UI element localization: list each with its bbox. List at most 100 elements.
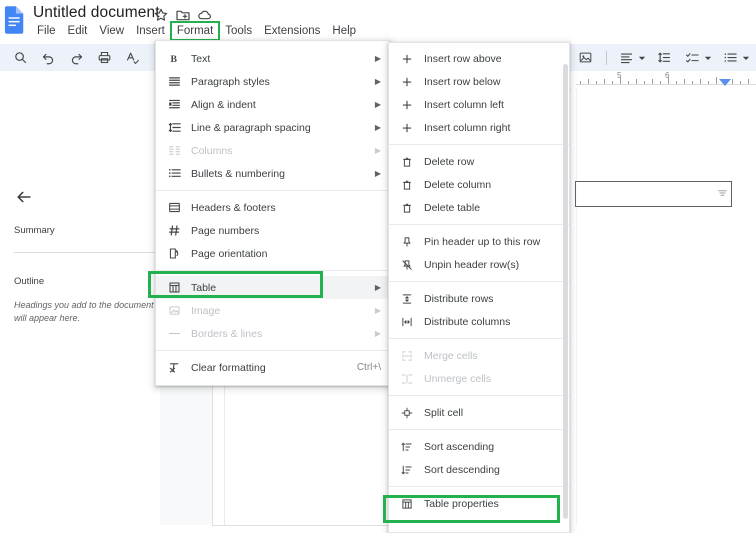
bold-text-icon: B [166, 51, 182, 67]
submenu-item-insert-row-above[interactable]: Insert row above [389, 47, 569, 70]
menu-label: Insert row above [424, 53, 561, 65]
document-title[interactable]: Untitled document [33, 4, 160, 22]
format-menu-item-bullets-numbering[interactable]: Bullets & numbering ▶ [156, 162, 389, 185]
menu-insert[interactable]: Insert [130, 22, 171, 40]
menu-format[interactable]: Format [171, 22, 219, 40]
submenu-item-sort-descending[interactable]: Sort descending [389, 458, 569, 481]
submenu-item-distribute-rows[interactable]: Distribute rows [389, 287, 569, 310]
checklist-dropdown-chevron-icon[interactable] [703, 48, 712, 68]
menu-separator [389, 429, 569, 430]
ruler-label-5: 5 [617, 71, 622, 80]
document-table-cell[interactable] [575, 181, 732, 207]
submenu-item-split-cell[interactable]: Split cell [389, 401, 569, 424]
cloud-saved-icon[interactable] [197, 7, 213, 23]
docs-logo-icon [4, 6, 26, 34]
table-icon [166, 280, 182, 296]
menu-edit[interactable]: Edit [62, 22, 94, 40]
menu-extensions[interactable]: Extensions [258, 22, 326, 40]
format-menu-item-table[interactable]: Table ▶ [156, 276, 389, 299]
menu-tools[interactable]: Tools [219, 22, 258, 40]
submenu-scrollbar[interactable] [563, 64, 568, 519]
submenu-item-delete-table[interactable]: Delete table [389, 196, 569, 219]
bulleted-list-dropdown-chevron-icon[interactable] [741, 48, 750, 68]
align-icon[interactable] [616, 48, 636, 68]
submenu-item-pin-header-row[interactable]: Pin header up to this row [389, 230, 569, 253]
menu-label: Line & paragraph spacing [191, 122, 365, 134]
chevron-right-icon: ▶ [375, 170, 381, 178]
move-to-folder-icon[interactable] [175, 7, 191, 23]
chevron-right-icon: ▶ [375, 307, 381, 315]
menu-label: Clear formatting [191, 362, 345, 374]
menu-separator [389, 224, 569, 225]
bulleted-list-icon[interactable] [720, 48, 740, 68]
cell-resize-handle-icon[interactable] [718, 189, 727, 197]
star-icon[interactable] [153, 7, 169, 23]
submenu-item-delete-column[interactable]: Delete column [389, 173, 569, 196]
submenu-item-insert-column-left[interactable]: Insert column left [389, 93, 569, 116]
submenu-item-table-properties[interactable]: Table properties [389, 492, 569, 515]
format-menu-item-line-paragraph-spacing[interactable]: Line & paragraph spacing ▶ [156, 116, 389, 139]
unpin-icon [399, 257, 415, 273]
toolbar-divider [606, 51, 607, 65]
menu-bar: File Edit View Insert Format Tools Exten… [31, 22, 362, 40]
align-dropdown-chevron-icon[interactable] [637, 48, 646, 68]
trash-icon [399, 154, 415, 170]
undo-icon[interactable] [38, 48, 58, 68]
page-orientation-icon [166, 246, 182, 262]
menu-label: Sort ascending [424, 441, 561, 453]
checklist-icon[interactable] [682, 48, 702, 68]
menu-view[interactable]: View [93, 22, 130, 40]
spelling-check-icon[interactable] [122, 48, 142, 68]
format-menu-item-page-orientation[interactable]: Page orientation [156, 242, 389, 265]
submenu-item-insert-row-below[interactable]: Insert row below [389, 70, 569, 93]
menu-label: Page orientation [191, 248, 381, 260]
redo-icon[interactable] [66, 48, 86, 68]
format-menu-item-page-numbers[interactable]: Page numbers [156, 219, 389, 242]
plus-icon [399, 97, 415, 113]
line-spacing-icon[interactable] [654, 48, 674, 68]
format-menu-item-headers-footers[interactable]: Headers & footers [156, 196, 389, 219]
menu-help[interactable]: Help [326, 22, 362, 40]
chevron-right-icon: ▶ [375, 55, 381, 63]
menu-label: Table [191, 282, 365, 294]
menu-label: Delete table [424, 202, 561, 214]
submenu-item-insert-column-right[interactable]: Insert column right [389, 116, 569, 139]
format-menu-item-clear-formatting[interactable]: Clear formatting Ctrl+\ [156, 356, 389, 379]
menu-shortcut: Ctrl+\ [357, 362, 381, 373]
menu-label: Delete column [424, 179, 561, 191]
menu-label: Merge cells [424, 350, 561, 362]
pin-icon [399, 234, 415, 250]
menu-label: Distribute columns [424, 316, 561, 328]
submenu-item-unmerge-cells: Unmerge cells [389, 367, 569, 390]
menu-separator [389, 144, 569, 145]
print-icon[interactable] [94, 48, 114, 68]
insert-image-icon[interactable] [575, 48, 595, 68]
split-cell-icon [399, 405, 415, 421]
submenu-item-unpin-header-rows[interactable]: Unpin header row(s) [389, 253, 569, 276]
format-menu-item-text[interactable]: B Text ▶ [156, 47, 389, 70]
format-menu-item-align-indent[interactable]: Align & indent ▶ [156, 93, 389, 116]
sidebar-divider [14, 252, 160, 253]
menu-label: Pin header up to this row [424, 236, 561, 248]
submenu-item-sort-ascending[interactable]: Sort ascending [389, 435, 569, 458]
menu-label: Align & indent [191, 99, 365, 111]
page-numbers-icon [166, 223, 182, 239]
distribute-rows-icon [399, 291, 415, 307]
chevron-right-icon: ▶ [375, 147, 381, 155]
back-arrow-icon[interactable] [14, 187, 34, 207]
columns-icon [166, 143, 182, 159]
table-submenu: Insert row above Insert row below Insert… [388, 42, 570, 533]
trash-icon [399, 200, 415, 216]
menu-label: Image [191, 305, 365, 317]
format-menu-item-image: Image ▶ [156, 299, 389, 322]
menu-file[interactable]: File [31, 22, 62, 40]
format-menu-item-paragraph-styles[interactable]: Paragraph styles ▶ [156, 70, 389, 93]
search-icon[interactable] [10, 48, 30, 68]
submenu-item-distribute-columns[interactable]: Distribute columns [389, 310, 569, 333]
menu-label: Paragraph styles [191, 76, 365, 88]
menu-label: Delete row [424, 156, 561, 168]
submenu-item-delete-row[interactable]: Delete row [389, 150, 569, 173]
summary-label: Summary [14, 225, 55, 236]
sort-descending-icon [399, 462, 415, 478]
menu-label: Borders & lines [191, 328, 365, 340]
